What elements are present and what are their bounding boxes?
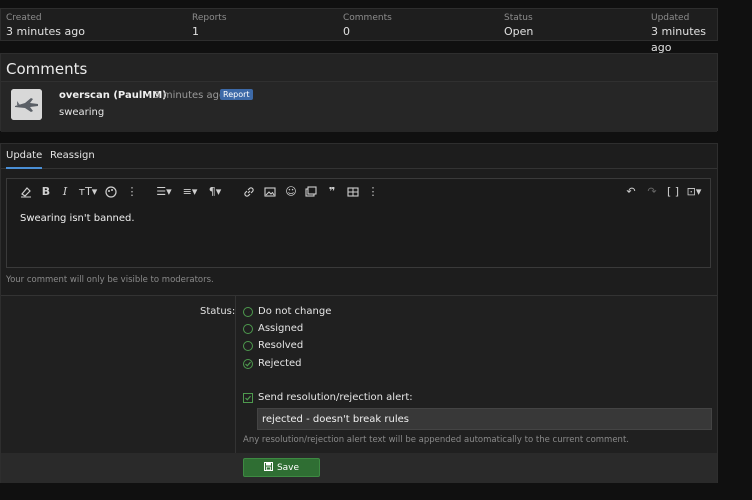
stat-label: Updated — [651, 13, 690, 23]
radio-icon — [243, 307, 253, 317]
tab-bar: Update Reassign — [1, 144, 717, 169]
stat-value: 0 — [343, 25, 350, 38]
link-icon[interactable] — [242, 186, 256, 198]
draft-icon[interactable]: ⊡▾ — [684, 186, 704, 198]
save-icon — [263, 462, 273, 471]
radio-label: Rejected — [258, 358, 302, 369]
send-alert-label: Send resolution/rejection alert: — [258, 392, 413, 403]
more-options-icon[interactable]: ⋮ — [125, 186, 139, 198]
checkbox-checked-icon — [243, 393, 253, 403]
smiley-icon[interactable]: ☺ — [284, 186, 298, 198]
image-icon[interactable] — [263, 186, 277, 198]
form-footer: Save — [1, 453, 717, 483]
comment-meta: · 3 minutes ago · — [147, 90, 232, 101]
paragraph-icon[interactable]: ¶▾ — [205, 186, 225, 198]
report-badge: Report — [220, 89, 253, 100]
update-panel: Update Reassign B I тТ▾ ⋮ ☰▾ ≡▾ ¶▾ ☺ ❞ ⋮… — [0, 143, 718, 483]
comments-panel: Comments overscan (PaulMM) · 3 minutes a… — [0, 53, 718, 132]
editor-toolbar: B I тТ▾ ⋮ ☰▾ ≡▾ ¶▾ ☺ ❞ ⋮ ↶ ↷ [] ⊡▾ — [7, 179, 710, 205]
editor-hint: Your comment will only be visible to mod… — [6, 275, 214, 285]
save-button[interactable]: Save — [243, 458, 320, 477]
more-insert-icon[interactable]: ⋮ — [366, 186, 380, 198]
radio-icon — [243, 341, 253, 351]
radio-checked-icon — [243, 359, 253, 369]
comments-heading: Comments — [6, 60, 88, 78]
form-divider — [235, 296, 236, 453]
stat-label: Status — [504, 13, 533, 23]
radio-label: Do not change — [258, 306, 332, 317]
media-icon[interactable] — [304, 186, 318, 198]
comment-text: swearing — [59, 107, 105, 118]
clear-format-icon[interactable] — [19, 186, 33, 198]
italic-icon[interactable]: I — [58, 186, 72, 198]
align-icon[interactable]: ≡▾ — [180, 186, 200, 198]
stat-status: Status Open — [504, 13, 533, 40]
status-label: Status: — [200, 306, 236, 317]
editor-content[interactable]: Swearing isn't banned. — [20, 213, 135, 224]
list-icon[interactable]: ☰▾ — [154, 186, 174, 198]
alert-text-input[interactable] — [257, 408, 712, 430]
avatar[interactable] — [11, 89, 42, 120]
table-icon[interactable] — [346, 186, 360, 198]
stat-label: Comments — [343, 13, 392, 23]
report-stats-bar: Created 3 minutes ago Reports 1 Comments… — [0, 8, 718, 54]
save-label: Save — [276, 463, 300, 473]
bold-icon[interactable]: B — [39, 186, 53, 198]
undo-icon[interactable]: ↶ — [624, 186, 638, 198]
radio-label: Assigned — [258, 323, 304, 334]
bbcode-icon[interactable]: [ ] — [666, 186, 680, 198]
stat-value: Open — [504, 25, 534, 38]
comment-editor[interactable]: B I тТ▾ ⋮ ☰▾ ≡▾ ¶▾ ☺ ❞ ⋮ ↶ ↷ [] ⊡▾ Swea… — [6, 178, 711, 268]
stat-updated: Updated 3 minutes ago — [651, 13, 717, 56]
alert-hint: Any resolution/rejection alert text will… — [243, 435, 629, 445]
radio-icon — [243, 324, 253, 334]
tab-reassign[interactable]: Reassign — [50, 150, 95, 161]
stat-reports: Reports 1 — [192, 13, 227, 40]
stat-comments: Comments 0 — [343, 13, 392, 40]
stat-value: 1 — [192, 25, 199, 38]
radio-label: Resolved — [258, 340, 304, 351]
redo-icon[interactable]: ↷ — [645, 186, 659, 198]
status-form: Status: Do not change Assigned Resolved … — [1, 295, 717, 453]
tab-update[interactable]: Update — [6, 150, 43, 169]
comment-item: overscan (PaulMM) · 3 minutes ago · Repo… — [1, 81, 717, 132]
stat-created: Created 3 minutes ago — [6, 13, 85, 40]
text-size-icon[interactable]: тТ▾ — [77, 186, 99, 198]
stat-label: Reports — [192, 13, 227, 23]
stat-label: Created — [6, 13, 42, 23]
stat-value: 3 minutes ago — [6, 25, 85, 38]
jet-avatar-icon — [11, 89, 42, 120]
quote-icon[interactable]: ❞ — [325, 186, 339, 198]
color-palette-icon[interactable] — [104, 186, 118, 198]
stat-value: 3 minutes ago — [651, 25, 707, 54]
